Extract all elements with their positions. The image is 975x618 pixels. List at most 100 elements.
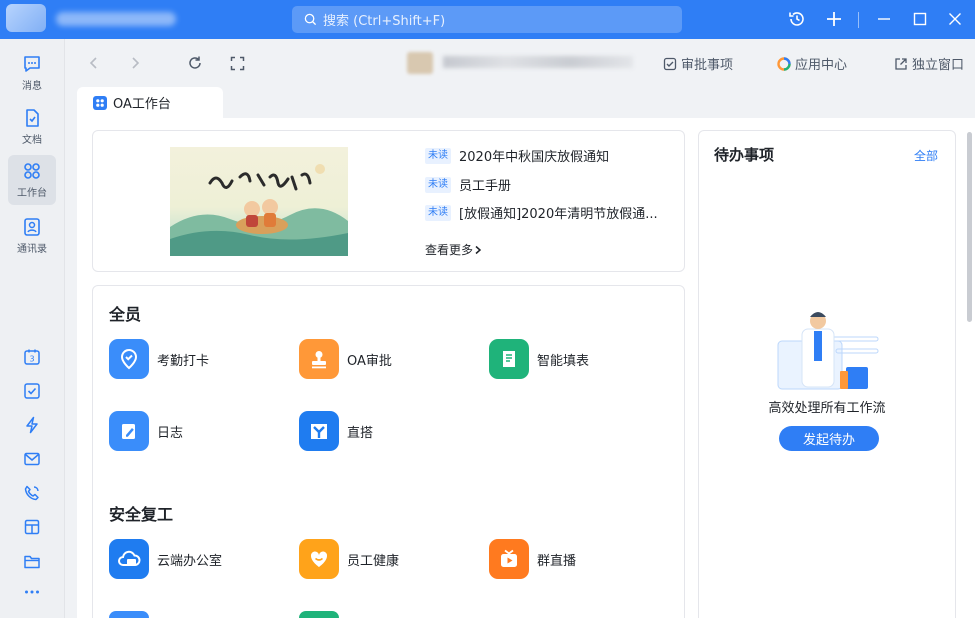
mail-icon[interactable] xyxy=(20,447,44,471)
minimize-icon[interactable] xyxy=(873,8,895,30)
app-label: 智能填表 xyxy=(537,353,590,369)
titlebar-divider xyxy=(858,12,859,28)
rail-item-contacts[interactable]: 通讯录 xyxy=(8,211,56,261)
todo-title: 待办事项 xyxy=(714,146,775,164)
rail-item-messages[interactable]: 消息 xyxy=(8,48,56,98)
stamp-icon xyxy=(299,339,339,379)
rail-label: 文档 xyxy=(22,135,42,146)
rail-label: 通讯录 xyxy=(17,244,47,255)
box-icon[interactable] xyxy=(20,515,44,539)
app-label: 日志 xyxy=(157,425,184,441)
cloud-office-icon xyxy=(109,539,149,579)
app-center-link-label: 应用中心 xyxy=(795,58,848,73)
approval-link-label: 审批事项 xyxy=(681,58,734,73)
live-tv-icon xyxy=(489,539,529,579)
search-placeholder: 搜索 (Ctrl+Shift+F) xyxy=(323,14,446,29)
builder-icon xyxy=(299,411,339,451)
app-label: 直搭 xyxy=(347,425,374,441)
app-label: OA审批 xyxy=(347,353,392,369)
history-icon[interactable] xyxy=(786,8,808,30)
create-todo-button[interactable]: 发起待办 xyxy=(779,426,879,451)
chevron-left-icon xyxy=(89,57,97,69)
rail-label: 工作台 xyxy=(17,188,47,199)
unread-badge: 未读 xyxy=(425,147,451,164)
app-attendance[interactable]: 考勤打卡 xyxy=(109,339,209,379)
notice-title: [放假通知]2020年清明节放假通... xyxy=(459,207,658,222)
approval-check-icon xyxy=(663,57,677,70)
view-more-label: 查看更多 xyxy=(425,243,474,257)
app-label: 群直播 xyxy=(537,553,577,569)
scrollbar[interactable] xyxy=(967,132,972,322)
workbench-icon xyxy=(24,163,40,179)
standalone-window-label: 独立窗口 xyxy=(912,58,965,73)
tab-oa-workbench[interactable]: OA工作台 xyxy=(77,87,223,118)
app-employee-health[interactable]: 员工健康 xyxy=(299,539,399,579)
notice-item[interactable]: 未读 [放假通知]2020年清明节放假通... xyxy=(425,203,658,222)
app-center-link[interactable]: 应用中心 xyxy=(777,54,847,73)
approval-link[interactable]: 审批事项 xyxy=(663,54,733,73)
app-label: 考勤打卡 xyxy=(157,353,210,369)
plus-icon[interactable] xyxy=(823,8,845,30)
rail-item-workbench[interactable]: 工作台 xyxy=(8,155,56,205)
contacts-icon xyxy=(24,218,40,236)
notice-item[interactable]: 未读 2020年中秋国庆放假通知 xyxy=(425,146,609,165)
app-label: 云端办公室 xyxy=(157,553,223,569)
banner-illustration xyxy=(170,164,348,256)
chevron-right-icon xyxy=(132,57,140,69)
app-title-blurred xyxy=(56,12,176,26)
todo-empty-text: 高效处理所有工作流 xyxy=(768,401,886,416)
notice-title: 2020年中秋国庆放假通知 xyxy=(459,150,610,165)
user-name-blurred xyxy=(443,56,633,68)
fullscreen-button[interactable] xyxy=(227,53,247,73)
app-center-icon xyxy=(777,56,791,71)
rail-label: 消息 xyxy=(22,81,42,92)
todo-check-icon[interactable] xyxy=(20,379,44,403)
view-more-link[interactable]: 查看更多 xyxy=(425,241,483,258)
maximize-icon[interactable] xyxy=(909,8,931,30)
refresh-button[interactable] xyxy=(185,53,205,73)
app-group-live[interactable]: 群直播 xyxy=(489,539,576,579)
app-logo-icon xyxy=(6,4,46,32)
standalone-window-link[interactable]: 独立窗口 xyxy=(894,54,964,73)
location-icon xyxy=(109,339,149,379)
todo-all-link[interactable]: 全部 xyxy=(914,147,938,164)
calendar-day: 3 xyxy=(29,355,34,364)
title-bar: 搜索 (Ctrl+Shift+F) xyxy=(0,0,975,39)
app-label: 员工健康 xyxy=(347,553,400,569)
workbench-tab-icon xyxy=(93,95,107,110)
app-builder[interactable]: 直搭 xyxy=(299,411,373,451)
back-button[interactable] xyxy=(84,53,104,73)
app-icon-partial[interactable] xyxy=(299,611,339,618)
folder-icon[interactable] xyxy=(20,549,44,573)
more-icon[interactable] xyxy=(20,580,44,604)
app-journal[interactable]: 日志 xyxy=(109,411,183,451)
tab-label: OA工作台 xyxy=(113,97,171,112)
search-icon xyxy=(304,13,317,26)
message-icon xyxy=(24,56,40,72)
app-oa-approval[interactable]: OA审批 xyxy=(299,339,392,379)
lightning-icon[interactable] xyxy=(20,413,44,437)
forward-button[interactable] xyxy=(125,53,145,73)
avatar[interactable] xyxy=(407,52,433,74)
journal-icon xyxy=(109,411,149,451)
phone-icon[interactable] xyxy=(20,481,44,505)
section-title-all-staff: 全员 xyxy=(109,305,142,324)
app-icon-partial[interactable] xyxy=(109,611,149,618)
form-icon xyxy=(489,339,529,379)
notice-item[interactable]: 未读 员工手册 xyxy=(425,175,511,194)
unread-badge: 未读 xyxy=(425,204,451,221)
close-icon[interactable] xyxy=(944,8,966,30)
fullscreen-icon xyxy=(230,56,244,70)
external-window-icon xyxy=(895,57,907,70)
calendar-icon[interactable]: 3 xyxy=(20,345,44,369)
heart-icon xyxy=(299,539,339,579)
search-input[interactable]: 搜索 (Ctrl+Shift+F) xyxy=(292,6,682,33)
todo-empty-illustration xyxy=(777,312,879,390)
festival-banner-image[interactable] xyxy=(170,147,348,256)
document-icon xyxy=(26,109,39,127)
app-smart-form[interactable]: 智能填表 xyxy=(489,339,589,379)
rail-item-documents[interactable]: 文档 xyxy=(8,102,56,152)
section-title-safe-return: 安全复工 xyxy=(109,505,174,524)
app-cloud-office[interactable]: 云端办公室 xyxy=(109,539,222,579)
chevron-right-icon xyxy=(475,245,482,254)
